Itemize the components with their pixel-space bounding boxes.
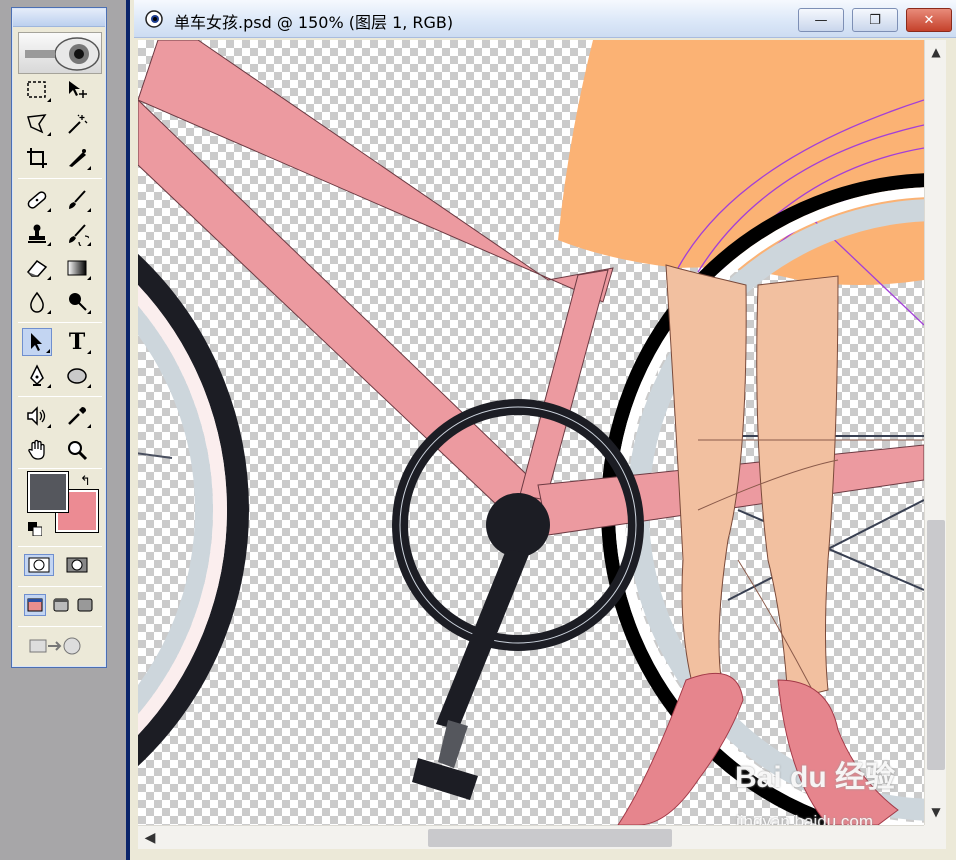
bicycle-girl-artwork bbox=[138, 40, 924, 825]
zoom-tool[interactable] bbox=[62, 436, 92, 464]
eraser-tool[interactable] bbox=[22, 254, 52, 282]
document-title: 单车女孩.psd @ 150% (图层 1, RGB) bbox=[174, 13, 454, 32]
vertical-scroll-thumb[interactable] bbox=[927, 520, 945, 770]
hand-icon bbox=[28, 439, 45, 460]
eye-logo-icon bbox=[25, 37, 100, 71]
type-icon: T bbox=[68, 329, 86, 355]
zoom-icon bbox=[68, 441, 88, 461]
screen-menu-icon bbox=[53, 598, 69, 612]
crop-tool[interactable] bbox=[22, 144, 52, 172]
rectangular-marquee-icon bbox=[27, 81, 46, 98]
rectangular-marquee-tool[interactable] bbox=[22, 76, 52, 104]
eraser-icon bbox=[26, 259, 48, 277]
palette-title-bar[interactable] bbox=[13, 9, 105, 27]
path-selection-tool[interactable] bbox=[22, 328, 52, 356]
standard-screen-mode-button[interactable] bbox=[24, 594, 46, 616]
swap-colors-icon[interactable]: ↰ bbox=[80, 474, 91, 489]
crank-pedal bbox=[412, 550, 530, 800]
quick-mask-mode-button[interactable] bbox=[62, 554, 92, 576]
full-screen-menu-mode-button[interactable] bbox=[50, 594, 72, 616]
horizontal-scroll-thumb[interactable] bbox=[428, 829, 672, 847]
app-logo-button[interactable] bbox=[18, 32, 102, 74]
ellipse-tool[interactable] bbox=[62, 362, 92, 390]
gradient-tool[interactable] bbox=[62, 254, 92, 282]
notes-icon bbox=[27, 406, 46, 426]
watermark-site: jingyan.baidu.com bbox=[736, 812, 874, 825]
default-colors-icon[interactable] bbox=[28, 522, 42, 536]
standard-mode-button[interactable] bbox=[24, 554, 54, 576]
close-icon: ✕ bbox=[923, 12, 935, 28]
pen-icon bbox=[30, 364, 44, 386]
pen-tool[interactable] bbox=[22, 362, 52, 390]
crop-icon bbox=[27, 148, 47, 168]
brush-tool[interactable] bbox=[62, 186, 92, 214]
history-brush-icon bbox=[69, 224, 89, 246]
watermark-brand: Bai du 经验 bbox=[735, 761, 896, 794]
image-canvas[interactable]: Bai du 经验 jingyan.baidu.com bbox=[138, 40, 924, 825]
hand-tool[interactable] bbox=[22, 436, 52, 464]
clone-stamp-icon bbox=[28, 224, 46, 243]
magic-wand-tool[interactable] bbox=[62, 110, 92, 138]
jump-to-imageready-button[interactable] bbox=[26, 634, 90, 656]
gradient-icon bbox=[67, 260, 87, 276]
rear-wheel bbox=[138, 253, 249, 767]
blur-icon bbox=[30, 291, 44, 313]
horizontal-scrollbar[interactable]: ◀ bbox=[138, 825, 924, 849]
slice-icon bbox=[69, 149, 86, 167]
eyedropper-tool[interactable] bbox=[62, 402, 92, 430]
dodge-icon bbox=[69, 293, 87, 311]
full-screen-mode-button[interactable] bbox=[74, 594, 96, 616]
ellipse-icon bbox=[67, 368, 87, 384]
vertical-scrollbar[interactable]: ▲ ▼ bbox=[924, 40, 946, 825]
photoshop-eye-icon bbox=[145, 10, 163, 28]
tools-palette: T ↰ bbox=[11, 7, 107, 668]
slice-tool[interactable] bbox=[62, 144, 92, 172]
minimize-icon: — bbox=[814, 12, 828, 28]
scroll-down-icon[interactable]: ▼ bbox=[925, 802, 947, 822]
restore-button[interactable]: ❐ bbox=[852, 8, 898, 32]
document-title-bar[interactable]: 单车女孩.psd @ 150% (图层 1, RGB) — ❐ ✕ bbox=[134, 0, 956, 38]
polygonal-lasso-icon bbox=[27, 114, 47, 134]
blur-tool[interactable] bbox=[22, 288, 52, 316]
healing-brush-tool[interactable] bbox=[22, 186, 52, 214]
notes-tool[interactable] bbox=[22, 402, 52, 430]
screen-mode-icon bbox=[27, 598, 43, 612]
clone-stamp-tool[interactable] bbox=[22, 220, 52, 248]
dodge-tool[interactable] bbox=[62, 288, 92, 316]
polygonal-lasso-tool[interactable] bbox=[22, 110, 52, 138]
quick-mask-icon bbox=[66, 557, 88, 573]
close-button[interactable]: ✕ bbox=[906, 8, 952, 32]
scroll-left-icon[interactable]: ◀ bbox=[140, 826, 160, 850]
full-screen-icon bbox=[77, 598, 93, 612]
type-tool[interactable]: T bbox=[62, 328, 92, 356]
standard-mode-icon bbox=[28, 557, 50, 573]
resize-grip[interactable] bbox=[924, 825, 946, 849]
brush-icon bbox=[69, 190, 86, 209]
jump-to-app-icon bbox=[29, 637, 81, 655]
legs bbox=[665, 264, 924, 741]
eyedropper-icon bbox=[68, 407, 86, 425]
minimize-button[interactable]: — bbox=[798, 8, 844, 32]
foreground-color-swatch[interactable] bbox=[27, 471, 69, 513]
move-tool[interactable] bbox=[62, 76, 92, 104]
history-brush-tool[interactable] bbox=[62, 220, 92, 248]
healing-brush-icon bbox=[27, 191, 47, 209]
scroll-up-icon[interactable]: ▲ bbox=[925, 42, 947, 62]
restore-icon: ❐ bbox=[869, 12, 881, 28]
magic-wand-icon bbox=[68, 114, 88, 134]
move-icon bbox=[69, 81, 87, 98]
